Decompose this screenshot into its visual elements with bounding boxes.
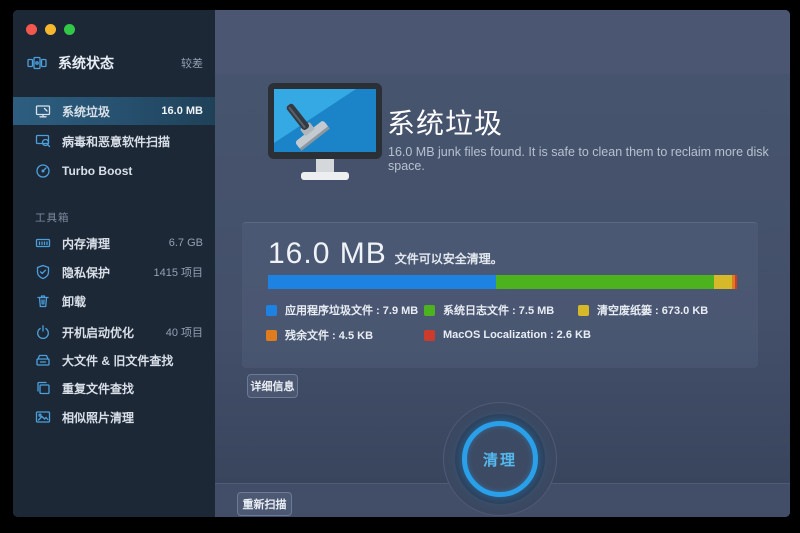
sidebar-item-label: 隐私保护 xyxy=(62,264,110,281)
system-status-badge: 较差 xyxy=(181,55,203,71)
dashboard-icon xyxy=(27,55,49,71)
sidebar-item-label: 卸载 xyxy=(62,293,86,310)
sidebar-item-label: 系统垃圾 xyxy=(62,103,110,120)
bar-segment xyxy=(735,275,737,289)
legend-swatch xyxy=(424,305,435,316)
malware-scan-icon xyxy=(35,133,53,149)
app-window: 系统状态 较差 系统垃圾 16.0 MB 病毒和恶意软件扫描 Turbo Boo… xyxy=(13,10,790,517)
junk-legend: 应用程序垃圾文件 : 7.9 MB 系统日志文件 : 7.5 MB 清空废纸篓 : … xyxy=(266,302,748,343)
zoom-button[interactable] xyxy=(64,24,75,35)
bar-segment xyxy=(268,275,496,289)
legend-label: 系统日志文件 : 7.5 MB xyxy=(443,302,554,318)
rescan-button[interactable]: 重新扫描 xyxy=(237,492,292,516)
legend-label: 清空废纸篓 : 673.0 KB xyxy=(597,302,708,318)
page-title: 系统垃圾 xyxy=(387,102,503,142)
clean-button[interactable]: 清理 xyxy=(455,414,545,504)
photo-icon xyxy=(35,409,53,425)
bar-segment xyxy=(496,275,714,289)
sidebar-item-malware-scan[interactable]: 病毒和恶意软件扫描 xyxy=(13,128,215,154)
screen: 系统状态 较差 系统垃圾 16.0 MB 病毒和恶意软件扫描 Turbo Boo… xyxy=(0,0,800,533)
gauge-icon xyxy=(35,163,53,179)
sidebar-item-label: 开机启动优化 xyxy=(62,324,134,341)
sidebar-item-memory-clean[interactable]: 内存清理 6.7 GB xyxy=(13,230,215,256)
junk-summary-panel: 16.0 MB 文件可以安全清理。 应用程序垃圾文件 : 7.9 MB 系统日志文… xyxy=(242,222,758,368)
clean-button-label: 清理 xyxy=(483,449,517,470)
legend-item: MacOS Localization : 2.6 KB xyxy=(424,327,578,343)
clean-monitor-illustration xyxy=(260,83,390,196)
monitor-icon xyxy=(35,103,53,119)
sidebar-item-big-old-files[interactable]: 大文件 & 旧文件查找 xyxy=(13,347,215,373)
sidebar-item-similar-photos[interactable]: 相似照片清理 xyxy=(13,404,215,430)
sidebar-item-label: 相似照片清理 xyxy=(62,409,134,426)
sidebar: 系统状态 较差 系统垃圾 16.0 MB 病毒和恶意软件扫描 Turbo Boo… xyxy=(13,10,215,517)
legend-swatch xyxy=(578,305,589,316)
sidebar-item-duplicate-finder[interactable]: 重复文件查找 xyxy=(13,375,215,401)
sidebar-item-system-junk[interactable]: 系统垃圾 16.0 MB xyxy=(13,97,215,125)
duplicate-icon xyxy=(35,380,53,396)
sidebar-item-value: 16.0 MB xyxy=(161,105,203,117)
legend-item: 残余文件 : 4.5 KB xyxy=(266,327,424,343)
sidebar-item-privacy-protect[interactable]: 隐私保护 1415 项目 xyxy=(13,259,215,285)
sidebar-item-label: 重复文件查找 xyxy=(62,380,134,397)
toolbox-section-label: 工具箱 xyxy=(35,210,70,225)
legend-label: 残余文件 : 4.5 KB xyxy=(285,327,373,343)
sidebar-item-label: 大文件 & 旧文件查找 xyxy=(62,352,173,369)
legend-label: 应用程序垃圾文件 : 7.9 MB xyxy=(285,302,418,318)
legend-swatch xyxy=(266,305,277,316)
sidebar-item-system-status[interactable]: 系统状态 较差 xyxy=(13,50,215,76)
close-button[interactable] xyxy=(26,24,37,35)
memory-icon xyxy=(35,235,53,251)
legend-item: 清空废纸篓 : 673.0 KB xyxy=(578,302,748,318)
sidebar-item-uninstall[interactable]: 卸载 xyxy=(13,288,215,314)
page-subtitle: 16.0 MB junk files found. It is safe to … xyxy=(388,145,790,173)
traffic-lights xyxy=(26,24,75,35)
legend-item: 应用程序垃圾文件 : 7.9 MB xyxy=(266,302,424,318)
sidebar-item-value: 1415 项目 xyxy=(153,264,203,280)
clean-button-ring: 清理 xyxy=(462,421,538,497)
shield-icon xyxy=(35,264,53,280)
minimize-button[interactable] xyxy=(45,24,56,35)
sidebar-item-label: 病毒和恶意软件扫描 xyxy=(62,133,170,150)
details-button[interactable]: 详细信息 xyxy=(247,374,298,398)
legend-swatch xyxy=(424,330,435,341)
sidebar-item-label: 内存清理 xyxy=(62,235,110,252)
sidebar-item-value: 6.7 GB xyxy=(169,237,203,249)
power-icon xyxy=(35,324,53,340)
sidebar-item-label: Turbo Boost xyxy=(62,164,132,178)
sidebar-item-turbo-boost[interactable]: Turbo Boost xyxy=(13,158,215,184)
drawer-icon xyxy=(35,352,53,368)
main-panel: 系统垃圾 16.0 MB junk files found. It is saf… xyxy=(215,10,790,517)
junk-bar xyxy=(268,275,737,289)
junk-total-size: 16.0 MB xyxy=(268,237,387,271)
header-band xyxy=(215,10,790,74)
sidebar-item-value: 40 项目 xyxy=(166,324,203,340)
sidebar-item-label: 系统状态 xyxy=(58,53,114,73)
legend-label: MacOS Localization : 2.6 KB xyxy=(443,329,591,341)
junk-caption: 文件可以安全清理。 xyxy=(395,250,503,267)
legend-item: 系统日志文件 : 7.5 MB xyxy=(424,302,578,318)
sidebar-item-startup-optimize[interactable]: 开机启动优化 40 项目 xyxy=(13,319,215,345)
legend-swatch xyxy=(266,330,277,341)
trash-icon xyxy=(35,293,53,309)
bar-segment xyxy=(714,275,731,289)
